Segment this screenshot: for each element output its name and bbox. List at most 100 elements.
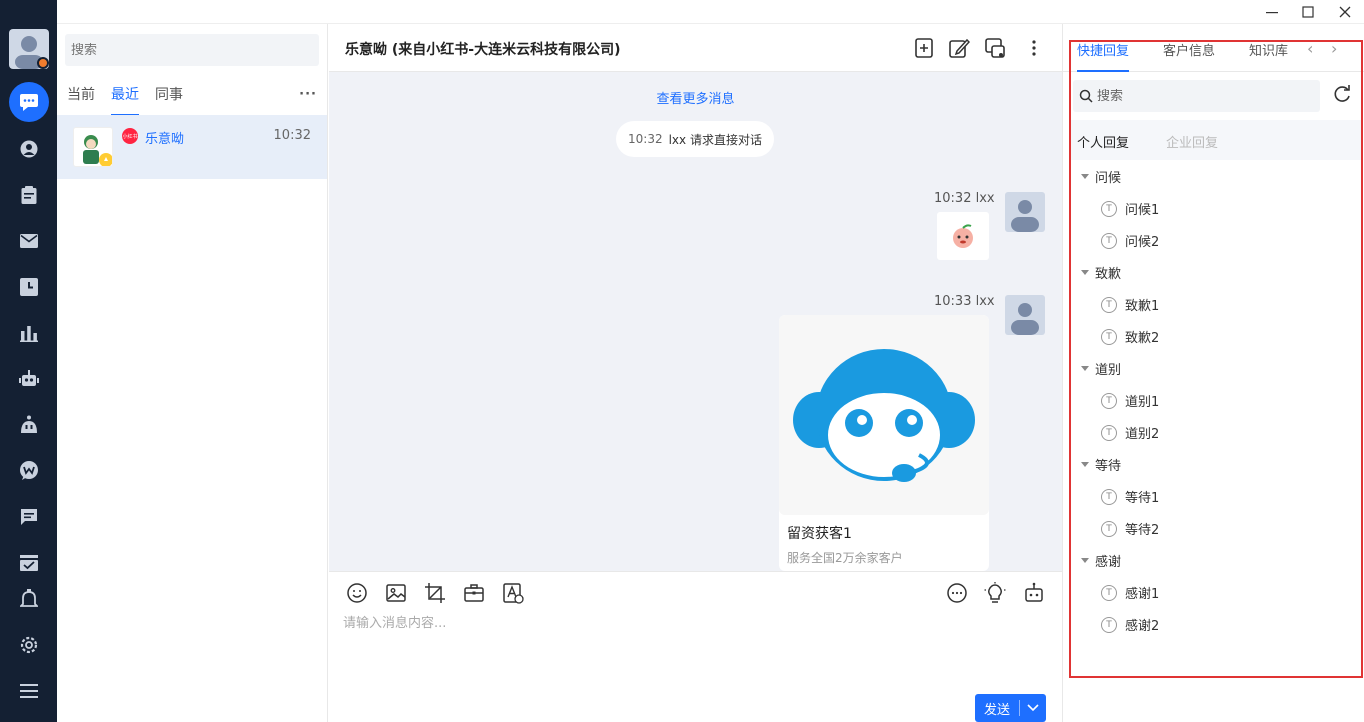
reply-item[interactable]: T 问候2: [1101, 231, 1159, 250]
maximize-icon: [1302, 6, 1314, 18]
reply-group[interactable]: 道别: [1081, 359, 1121, 378]
reply-item[interactable]: T 致歉2: [1101, 327, 1159, 346]
chat-header: 乐意呦 (来自小红书-大连米云科技有限公司): [329, 24, 1062, 72]
message-meta: 10:32 lxx: [934, 191, 995, 206]
nav-settings[interactable]: [8, 628, 49, 662]
maximize-button[interactable]: [1290, 0, 1326, 24]
new-session-icon[interactable]: [914, 37, 936, 59]
chevron-right-icon[interactable]: ›: [1331, 39, 1337, 58]
chevron-left-icon[interactable]: ‹: [1307, 39, 1313, 58]
minimize-button[interactable]: [1254, 0, 1290, 24]
conversation-name: 乐意呦: [145, 132, 185, 147]
emoji-icon[interactable]: [346, 582, 368, 604]
reply-item[interactable]: T 感谢1: [1101, 583, 1159, 602]
conversation-item[interactable]: 小红书 乐意呦 10:32: [57, 115, 327, 179]
reply-item[interactable]: T 等待1: [1101, 487, 1159, 506]
subtab-personal[interactable]: 个人回复: [1077, 132, 1129, 151]
reply-item[interactable]: T 道别1: [1101, 391, 1159, 410]
robot-icon: [18, 370, 39, 386]
search-input[interactable]: [1097, 88, 1297, 104]
nav-user[interactable]: [8, 132, 49, 166]
toolbox-icon[interactable]: [463, 582, 485, 604]
tab-customer-info[interactable]: 客户信息: [1163, 40, 1215, 72]
nav-bot-head[interactable]: [8, 408, 49, 442]
send-label: 发送: [983, 702, 1010, 718]
bell-icon: [19, 589, 38, 607]
tab-current[interactable]: 当前: [67, 86, 95, 116]
minimize-icon: [1266, 12, 1278, 14]
reply-item-label: 等待1: [1125, 491, 1160, 506]
card-title: 留资获客1: [787, 526, 852, 542]
reply-item[interactable]: T 致歉1: [1101, 295, 1159, 314]
message-input[interactable]: [343, 612, 1043, 682]
message-sender: lxx: [975, 191, 995, 206]
nav-bell[interactable]: [8, 582, 49, 616]
reply-group[interactable]: 感谢: [1081, 551, 1121, 570]
search-input[interactable]: [71, 42, 313, 58]
reply-group[interactable]: 致歉: [1081, 263, 1121, 282]
clock-icon: [19, 278, 38, 296]
close-icon: [1339, 6, 1351, 18]
nav-w-chat[interactable]: [8, 454, 49, 488]
system-message-time: 10:32: [628, 132, 663, 146]
text-type-icon: T: [1101, 488, 1117, 505]
reply-item[interactable]: T 感谢2: [1101, 615, 1159, 634]
card-message[interactable]: 留资获客1 服务全国2万余家客户: [779, 315, 989, 571]
image-icon[interactable]: [385, 582, 407, 604]
nav-rail: [0, 0, 57, 722]
nav-checklist[interactable]: [8, 546, 49, 580]
bar-chart-icon: [19, 326, 38, 342]
subtab-enterprise[interactable]: 企业回复: [1166, 132, 1218, 151]
message-time: 10:33: [934, 294, 972, 309]
send-button[interactable]: 发送: [975, 694, 1046, 722]
nav-menu[interactable]: [8, 674, 49, 708]
more-options-icon[interactable]: ···: [299, 87, 317, 102]
clipboard-icon: [21, 186, 36, 204]
nav-clipboard[interactable]: [8, 178, 49, 212]
title-bar: [57, 0, 1364, 24]
refresh-icon[interactable]: [1331, 84, 1353, 106]
conversation-time: 10:32: [273, 128, 311, 143]
reply-item[interactable]: T 等待2: [1101, 519, 1159, 538]
send-options-button[interactable]: [1020, 704, 1046, 712]
reply-item-label: 问候2: [1125, 235, 1160, 250]
tab-recent[interactable]: 最近: [111, 86, 139, 116]
tab-colleagues[interactable]: 同事: [155, 86, 183, 116]
edit-icon[interactable]: [948, 37, 970, 59]
nav-stats[interactable]: [8, 316, 49, 350]
transfer-icon[interactable]: [984, 37, 1006, 59]
sticker-message[interactable]: [937, 212, 989, 260]
nav-chat[interactable]: [8, 82, 49, 122]
tab-quick-reply[interactable]: 快捷回复: [1077, 40, 1130, 72]
right-panel: 快捷回复 客户信息 知识库 ‹ › 个人回复 企业回复 问候 T 问候1 T 问候2…: [1062, 24, 1364, 722]
group-label: 等待: [1095, 459, 1122, 474]
quick-reply-search[interactable]: [1073, 80, 1320, 112]
quick-reply-icon[interactable]: [946, 582, 968, 604]
reply-item[interactable]: T 问候1: [1101, 199, 1159, 218]
more-vertical-icon[interactable]: [1023, 37, 1045, 59]
reply-item-label: 感谢1: [1125, 587, 1160, 602]
reply-item[interactable]: T 道别2: [1101, 423, 1159, 442]
agent-avatar[interactable]: [9, 29, 49, 69]
close-button[interactable]: [1327, 0, 1363, 24]
lightbulb-icon[interactable]: [984, 582, 1006, 604]
message-meta: 10:33 lxx: [934, 294, 995, 309]
chat-area: 乐意呦 (来自小红书-大连米云科技有限公司) 查看更多消息 10:32 lxx …: [329, 24, 1062, 722]
group-label: 道别: [1095, 363, 1122, 378]
reply-group[interactable]: 等待: [1081, 455, 1121, 474]
reply-group[interactable]: 问候: [1081, 167, 1121, 186]
system-message-text: lxx 请求直接对话: [668, 132, 762, 147]
nav-clock[interactable]: [8, 270, 49, 304]
chat-title: 乐意呦 (来自小红书-大连米云科技有限公司): [345, 42, 621, 58]
nav-robot[interactable]: [8, 362, 49, 396]
conversation-search[interactable]: [65, 34, 319, 66]
tab-knowledge-base[interactable]: 知识库: [1249, 40, 1288, 72]
robot-assist-icon[interactable]: [1023, 582, 1045, 604]
card-subtitle: 服务全国2万余家客户: [787, 551, 903, 565]
reply-item-label: 问候1: [1125, 203, 1160, 218]
crop-icon[interactable]: [424, 582, 446, 604]
nav-message[interactable]: [8, 500, 49, 534]
nav-mail[interactable]: [8, 224, 49, 258]
load-more-link[interactable]: 查看更多消息: [329, 88, 1062, 107]
text-image-icon[interactable]: [502, 582, 524, 604]
